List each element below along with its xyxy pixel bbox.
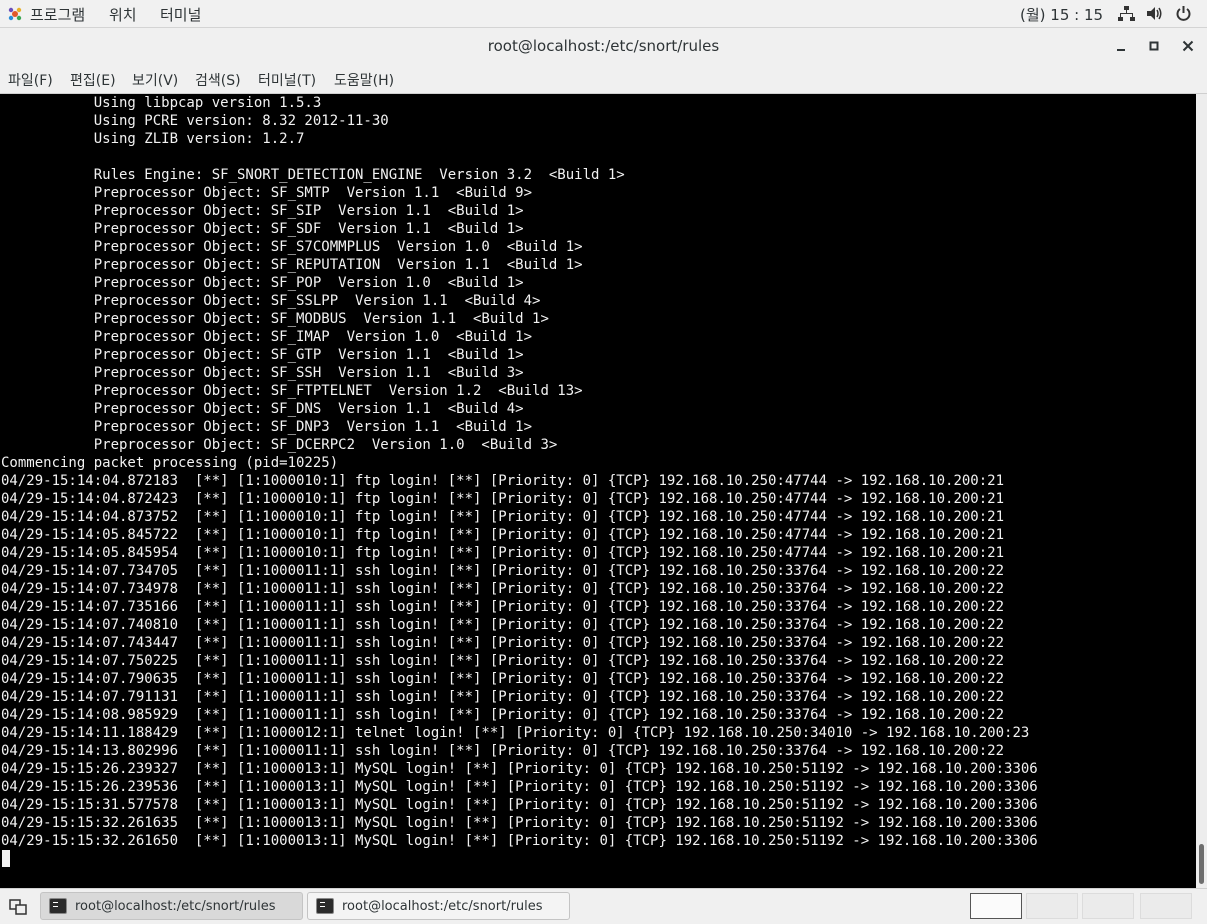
terminal-line: Preprocessor Object: SF_DNS Version 1.1 … bbox=[1, 401, 524, 417]
terminal-line: 04/29-15:14:05.845954 [**] [1:1000010:1]… bbox=[1, 545, 1005, 561]
terminal-line: 04/29-15:14:07.790635 [**] [1:1000011:1]… bbox=[1, 671, 1005, 687]
terminal-line: Preprocessor Object: SF_DNP3 Version 1.1… bbox=[1, 419, 533, 435]
menu-view[interactable]: 보기(V) bbox=[132, 70, 178, 90]
terminal-line: Commencing packet processing (pid=10225) bbox=[1, 455, 339, 471]
terminal-line: 04/29-15:14:07.735166 [**] [1:1000011:1]… bbox=[1, 599, 1005, 615]
terminal-line: Preprocessor Object: SF_GTP Version 1.1 … bbox=[1, 347, 524, 363]
window-titlebar[interactable]: root@localhost:/etc/snort/rules bbox=[0, 28, 1207, 64]
top-menu-places[interactable]: 위치 bbox=[109, 4, 137, 25]
terminal-line: Preprocessor Object: SF_SSH Version 1.1 … bbox=[1, 365, 524, 381]
terminal-line: Preprocessor Object: SF_REPUTATION Versi… bbox=[1, 257, 583, 273]
terminal-line: 04/29-15:14:05.845722 [**] [1:1000010:1]… bbox=[1, 527, 1005, 543]
terminal-line: 04/29-15:14:04.873752 [**] [1:1000010:1]… bbox=[1, 509, 1005, 525]
terminal-line: Preprocessor Object: SF_MODBUS Version 1… bbox=[1, 311, 549, 327]
terminal-line: Preprocessor Object: SF_SSLPP Version 1.… bbox=[1, 293, 541, 309]
menu-terminal[interactable]: 터미널(T) bbox=[258, 70, 316, 90]
terminal-line: 04/29-15:14:07.734705 [**] [1:1000011:1]… bbox=[1, 563, 1005, 579]
terminal-cursor bbox=[2, 850, 10, 867]
workspace-1[interactable] bbox=[970, 893, 1022, 919]
taskbar-window-button[interactable]: root@localhost:/etc/snort/rules bbox=[40, 892, 303, 920]
terminal-line: Preprocessor Object: SF_POP Version 1.0 … bbox=[1, 275, 524, 291]
terminal-line: 04/29-15:14:08.985929 [**] [1:1000011:1]… bbox=[1, 707, 1005, 723]
terminal-line: 04/29-15:15:31.577578 [**] [1:1000013:1]… bbox=[1, 797, 1038, 813]
terminal-line: 04/29-15:14:13.802996 [**] [1:1000011:1]… bbox=[1, 743, 1005, 759]
show-desktop-icon[interactable] bbox=[8, 898, 28, 916]
terminal-line: 04/29-15:15:26.239327 [**] [1:1000013:1]… bbox=[1, 761, 1038, 777]
menu-help[interactable]: 도움말(H) bbox=[334, 70, 394, 90]
workspace-4[interactable] bbox=[1140, 893, 1192, 919]
terminal-line: 04/29-15:14:07.743447 [**] [1:1000011:1]… bbox=[1, 635, 1005, 651]
terminal-line: Preprocessor Object: SF_IMAP Version 1.0… bbox=[1, 329, 533, 345]
terminal-icon bbox=[49, 898, 67, 914]
scrollbar-thumb[interactable] bbox=[1199, 844, 1204, 884]
terminal-line: 04/29-15:14:07.734978 [**] [1:1000011:1]… bbox=[1, 581, 1005, 597]
terminal-output[interactable]: Using libpcap version 1.5.3 Using PCRE v… bbox=[0, 94, 1196, 888]
window-title: root@localhost:/etc/snort/rules bbox=[487, 37, 720, 55]
terminal-line: Preprocessor Object: SF_SMTP Version 1.1… bbox=[1, 185, 533, 201]
terminal-line: Preprocessor Object: SF_DCERPC2 Version … bbox=[1, 437, 558, 453]
terminal-line: Using ZLIB version: 1.2.7 bbox=[1, 131, 305, 147]
workspace-3[interactable] bbox=[1082, 893, 1134, 919]
taskbar-window-button[interactable]: root@localhost:/etc/snort/rules bbox=[307, 892, 570, 920]
terminal-lines: Using libpcap version 1.5.3 Using PCRE v… bbox=[1, 94, 1038, 850]
terminal-line: 04/29-15:14:07.791131 [**] [1:1000011:1]… bbox=[1, 689, 1005, 705]
terminal-line: Using libpcap version 1.5.3 bbox=[1, 95, 322, 111]
close-icon[interactable] bbox=[1180, 38, 1196, 54]
terminal-line: Preprocessor Object: SF_FTPTELNET Versio… bbox=[1, 383, 583, 399]
terminal-line: 04/29-15:15:32.261635 [**] [1:1000013:1]… bbox=[1, 815, 1038, 831]
terminal-line: 04/29-15:14:07.750225 [**] [1:1000011:1]… bbox=[1, 653, 1005, 669]
terminal-line: Using PCRE version: 8.32 2012-11-30 bbox=[1, 113, 389, 129]
terminal-line: 04/29-15:14:04.872423 [**] [1:1000010:1]… bbox=[1, 491, 1005, 507]
menu-edit[interactable]: 편집(E) bbox=[70, 70, 116, 90]
terminal-line: Preprocessor Object: SF_S7COMMPLUS Versi… bbox=[1, 239, 583, 255]
terminal-line: 04/29-15:15:26.239536 [**] [1:1000013:1]… bbox=[1, 779, 1038, 795]
top-panel: 프로그램 위치 터미널 (월) 15 : 15 bbox=[0, 0, 1207, 28]
terminal-line: 04/29-15:15:32.261650 [**] [1:1000013:1]… bbox=[1, 833, 1038, 849]
power-icon[interactable] bbox=[1175, 5, 1192, 22]
workspace-2[interactable] bbox=[1026, 893, 1078, 919]
terminal-line: 04/29-15:14:04.872183 [**] [1:1000010:1]… bbox=[1, 473, 1005, 489]
terminal-line: 04/29-15:14:11.188429 [**] [1:1000012:1]… bbox=[1, 725, 1030, 741]
volume-icon[interactable] bbox=[1146, 5, 1163, 22]
terminal-scrollbar[interactable] bbox=[1196, 94, 1207, 888]
minimize-icon[interactable] bbox=[1113, 38, 1129, 54]
network-icon[interactable] bbox=[1118, 5, 1135, 22]
maximize-icon[interactable] bbox=[1146, 38, 1162, 54]
terminal-line: Preprocessor Object: SF_SDF Version 1.1 … bbox=[1, 221, 524, 237]
terminal-icon bbox=[316, 898, 334, 914]
terminal-line: Rules Engine: SF_SNORT_DETECTION_ENGINE … bbox=[1, 167, 625, 183]
menu-search[interactable]: 검색(S) bbox=[195, 70, 241, 90]
window-list-panel: root@localhost:/etc/snort/rules root@loc… bbox=[0, 888, 1207, 924]
menu-bar: 파일(F) 편집(E) 보기(V) 검색(S) 터미널(T) 도움말(H) bbox=[0, 64, 1207, 94]
menu-file[interactable]: 파일(F) bbox=[8, 70, 53, 90]
terminal-line: Preprocessor Object: SF_SIP Version 1.1 … bbox=[1, 203, 524, 219]
top-menu-terminal[interactable]: 터미널 bbox=[160, 4, 201, 25]
clock[interactable]: (월) 15 : 15 bbox=[1020, 4, 1103, 25]
top-menu-applications[interactable]: 프로그램 bbox=[30, 4, 85, 25]
terminal-line: 04/29-15:14:07.740810 [**] [1:1000011:1]… bbox=[1, 617, 1005, 633]
taskbar-window-label: root@localhost:/etc/snort/rules bbox=[75, 899, 276, 914]
applications-menu-icon[interactable] bbox=[7, 6, 23, 22]
desktop: 프로그램 위치 터미널 (월) 15 : 15 root@localhost:/… bbox=[0, 0, 1207, 924]
taskbar-window-label: root@localhost:/etc/snort/rules bbox=[342, 899, 543, 914]
